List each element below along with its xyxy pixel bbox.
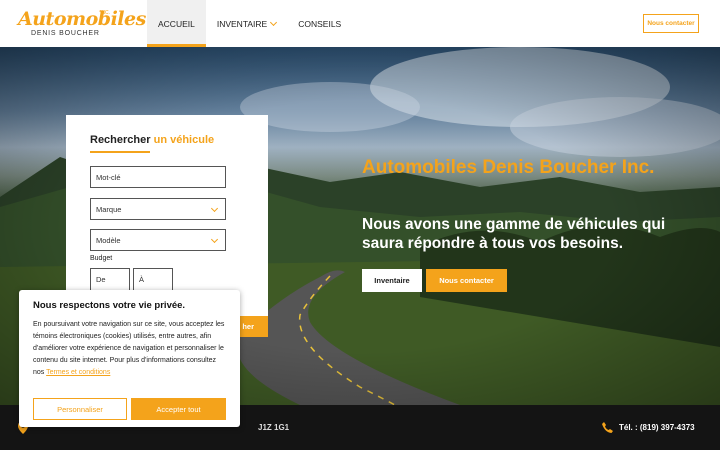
customize-button[interactable]: Personnaliser [33, 398, 127, 420]
phone-number[interactable]: Tél. : (819) 397-4373 [619, 423, 695, 432]
chevron-down-icon [270, 18, 278, 26]
search-title-plain: Rechercher [90, 134, 151, 146]
address-text[interactable]: J1Z 1G1 [258, 423, 289, 432]
chevron-down-icon [210, 235, 219, 244]
main-nav: ACCUEIL INVENTAIRE CONSEILS [147, 0, 352, 47]
nav-item-conseils[interactable]: CONSEILS [287, 0, 352, 47]
cookie-title: Nous respectons votre vie privée. [33, 300, 186, 311]
cookie-text: En poursuivant votre navigation sur ce s… [33, 319, 233, 379]
cookie-text-prefix: nos [33, 369, 45, 376]
phone-icon [602, 422, 613, 433]
logo-inc: INC. [100, 10, 110, 16]
nav-item-inventaire[interactable]: INVENTAIRE [206, 0, 287, 47]
search-title-highlight: un véhicule [153, 134, 215, 146]
search-title: Rechercher un véhicule [90, 134, 214, 146]
keyword-input[interactable]: Mot-clé [90, 166, 226, 188]
budget-label: Budget [90, 255, 113, 262]
nav-label: INVENTAIRE [216, 18, 268, 29]
model-value: Modèle [96, 235, 121, 245]
hero-subtitle: Nous avons une gamme de véhicules qui sa… [362, 216, 666, 252]
make-select[interactable]: Marque [90, 198, 226, 220]
accept-all-button[interactable]: Accepter tout [131, 398, 226, 420]
title-underline [90, 151, 150, 153]
terms-link[interactable]: Termes et conditions [46, 369, 110, 376]
cookie-consent-dialog: Nous respectons votre vie privée. En pou… [19, 290, 240, 427]
make-value: Marque [96, 204, 122, 214]
nav-label: ACCUEIL [158, 18, 195, 29]
hero-contact-button[interactable]: Nous contacter [426, 269, 507, 292]
logo-script: Automobiles [18, 8, 146, 30]
site-header: Automobiles INC. DENIS BOUCHER ACCUEIL I… [0, 0, 720, 47]
logo-subtitle: DENIS BOUCHER [31, 30, 100, 37]
nav-label: CONSEILS [298, 18, 342, 29]
inventory-button[interactable]: Inventaire [362, 269, 422, 292]
chevron-down-icon [210, 204, 219, 213]
header-contact-button[interactable]: Nous contacter [643, 14, 699, 33]
logo[interactable]: Automobiles INC. DENIS BOUCHER [18, 8, 146, 38]
keyword-placeholder: Mot-clé [96, 172, 121, 182]
nav-item-accueil[interactable]: ACCUEIL [147, 0, 206, 47]
model-select[interactable]: Modèle [90, 229, 226, 251]
cookie-body: En poursuivant votre navigation sur ce s… [33, 321, 225, 364]
hero-title: Automobiles Denis Boucher Inc. [362, 157, 655, 178]
